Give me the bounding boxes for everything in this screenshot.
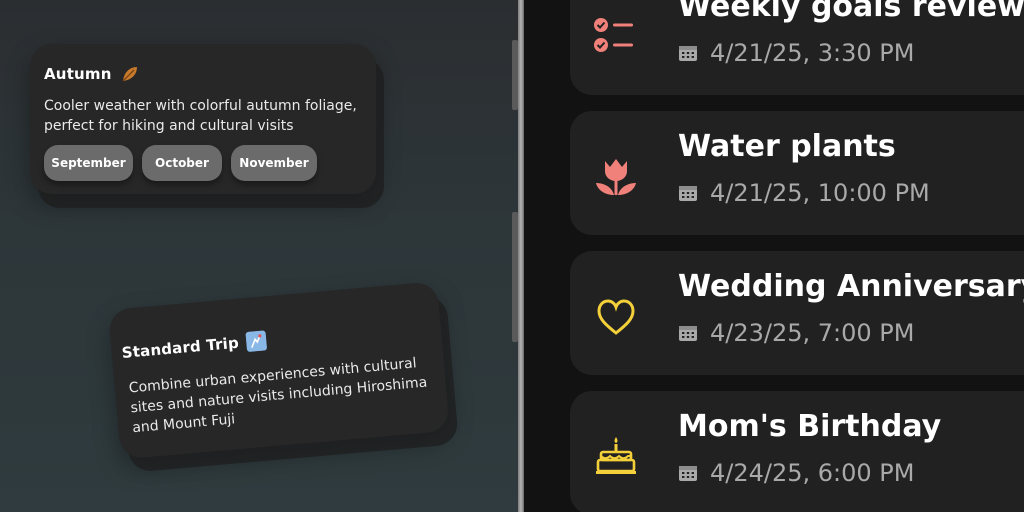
event-item[interactable]: Wedding Anniversary 4/23/25, 7:00 PM [570,251,1024,375]
trip-title-text: Standard Trip [121,333,240,362]
event-datetime: 4/21/25, 10:00 PM [678,179,930,207]
month-chip-october[interactable]: October [142,145,222,181]
autumn-card-title: Autumn [44,64,140,84]
heart-icon [597,299,635,335]
event-item[interactable]: Water plants 4/21/25, 10:00 PM [570,111,1024,235]
autumn-card-description: Cooler weather with colorful autumn foli… [44,98,357,134]
event-datetime-text: 4/21/25, 3:30 PM [710,39,915,67]
fallen-leaf-icon [122,67,137,82]
event-name: Mom's Birthday [678,409,942,444]
event-name: Water plants [678,129,896,164]
month-chip-september[interactable]: September [44,145,133,181]
event-name: Weekly goals review [678,0,1024,24]
trip-card-description: Combine urban experiences with cultural … [128,355,428,437]
event-name: Wedding Anniversary [678,269,1024,304]
autumn-title-text: Autumn [44,65,112,83]
calendar-icon [679,46,697,61]
events-list: Weekly goals review 4/21/25, 3:30 PM Wat… [524,0,1024,512]
calendar-icon [679,186,697,201]
tulip-icon [596,159,636,195]
event-datetime: 4/24/25, 6:00 PM [678,459,914,487]
event-datetime-text: 4/21/25, 10:00 PM [710,179,930,207]
trip-card-title: Standard Trip [121,330,268,363]
event-datetime: 4/23/25, 7:00 PM [678,319,914,347]
cake-icon [596,437,636,474]
left-panel: Autumn Cooler weather with colorful autu… [0,0,518,512]
event-item[interactable]: Mom's Birthday 4/24/25, 6:00 PM [570,391,1024,512]
calendar-icon [679,326,697,341]
event-item[interactable]: Weekly goals review 4/21/25, 3:30 PM [570,0,1024,95]
event-datetime-text: 4/23/25, 7:00 PM [710,319,915,347]
map-icon [245,330,268,352]
calendar-icon [679,466,697,481]
autumn-card[interactable]: Autumn Cooler weather with colorful autu… [30,44,376,194]
month-chip-november[interactable]: November [231,145,317,181]
event-datetime: 4/21/25, 3:30 PM [678,39,914,67]
side-button-upper [512,40,518,110]
side-button-lower [512,212,518,342]
month-chips: September October November [44,145,317,181]
event-datetime-text: 4/24/25, 6:00 PM [710,459,915,487]
standard-trip-card[interactable]: Standard Trip Combine urban experiences … [108,281,450,460]
checklist-icon [594,18,633,52]
